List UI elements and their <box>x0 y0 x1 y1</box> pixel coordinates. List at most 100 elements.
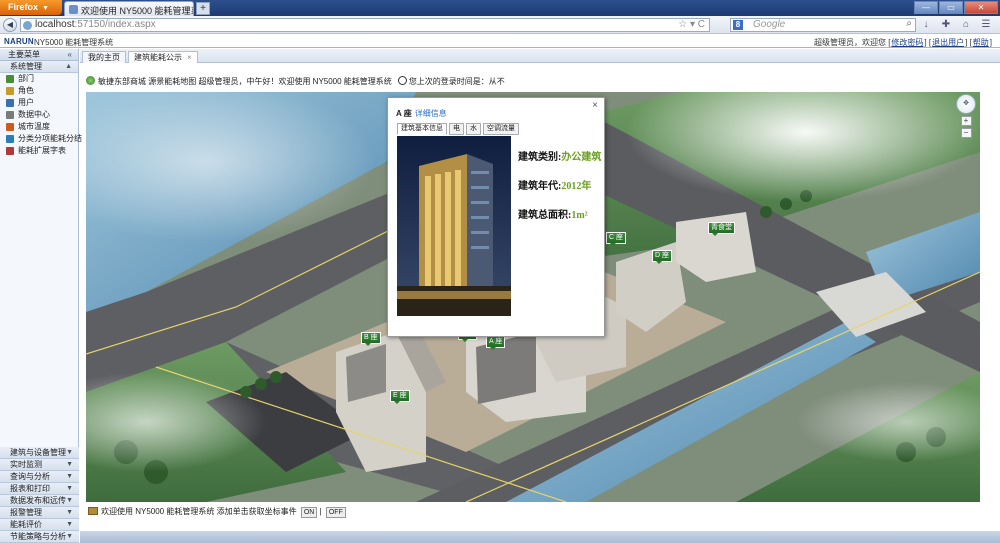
sidebar-section-label: 节能策略与分析 <box>10 532 66 541</box>
building-photo <box>397 136 511 316</box>
sidebar-item-department[interactable]: 部门 <box>0 73 78 85</box>
sidebar-item-label: 数据中心 <box>18 110 50 119</box>
tab-my-home[interactable]: 我的主页 <box>82 51 126 63</box>
building-marker-c[interactable]: C 座 <box>606 232 626 246</box>
sidebar-item-user[interactable]: 用户 <box>0 97 78 109</box>
back-icon[interactable]: ◀ <box>3 18 17 32</box>
field-value: 1m² <box>571 210 588 221</box>
url-bar[interactable]: localhost:57150/index.aspx ☆ ▾ C <box>20 18 710 32</box>
building-marker-label: 青食堂 <box>711 224 732 231</box>
tab-water[interactable]: 水 <box>466 123 481 135</box>
sidebar-section-label: 查询与分析 <box>10 472 50 481</box>
new-tab-button[interactable]: + <box>196 2 210 15</box>
chevron-down-icon: ▼ <box>42 5 49 12</box>
browser-tab-active[interactable]: 欢迎使用 NY5000 能耗管理系统 × <box>64 1 194 16</box>
tab-ac-flow[interactable]: 空调流量 <box>483 123 519 135</box>
sidebar-item-energy-extension[interactable]: 能耗扩展字表 <box>0 145 78 157</box>
building-marker-label: D 座 <box>655 252 669 259</box>
sidebar-section[interactable]: 数据发布和远传 ▼ <box>0 495 79 507</box>
pan-control-icon[interactable]: ✥ <box>956 94 976 114</box>
bottom-message-bar: 欢迎使用 NY5000 能耗管理系统 添加单击获取坐标事件 ON | OFF <box>86 505 980 519</box>
sidebar-section[interactable]: 报警管理 ▼ <box>0 507 79 519</box>
close-icon[interactable]: × <box>592 100 598 111</box>
sidebar-section[interactable]: 查询与分析 ▼ <box>0 471 79 483</box>
close-tab-icon[interactable]: × <box>185 4 190 13</box>
addon-icon[interactable]: ✚ <box>940 19 952 31</box>
sidebar-item-role[interactable]: 角色 <box>0 85 78 97</box>
sidebar: 主要菜单 « 系统管理 ▲ 部门 角色 用户 数据中心 城市温度 分类分项能耗分… <box>0 49 82 543</box>
building-marker-canteen[interactable]: 青食堂 <box>708 222 735 236</box>
building-marker-d[interactable]: D 座 <box>652 250 672 264</box>
temperature-icon <box>6 123 14 131</box>
building-marker-label: E 座 <box>393 392 407 399</box>
extension-table-icon <box>6 147 14 155</box>
field-label: 建筑总面积: <box>518 210 572 221</box>
zoom-in-button[interactable]: + <box>960 116 972 126</box>
firefox-menu-label: Firefox <box>8 2 39 12</box>
minimize-icon[interactable]: — <box>914 1 938 14</box>
tab-label: 建筑能耗公示 <box>134 53 182 62</box>
tab-electricity[interactable]: 电 <box>449 123 464 135</box>
building-marker-e[interactable]: E 座 <box>390 390 410 404</box>
chevron-down-icon: ▼ <box>66 485 73 492</box>
sidebar-section-system[interactable]: 系统管理 ▲ <box>0 61 78 73</box>
building-info-popup: A 座详细信息 × 建筑基本信息 电 水 空调流量 建筑类别:办公建筑 建筑年代… <box>387 97 605 337</box>
chevron-down-icon: ▼ <box>66 473 73 480</box>
building-marker-a[interactable]: A 座 <box>486 336 506 350</box>
on-button[interactable]: ON <box>300 507 318 518</box>
zoom-out-button[interactable]: − <box>960 128 972 138</box>
detail-link[interactable]: 详细信息 <box>415 109 447 118</box>
chevron-up-icon: ▲ <box>65 63 72 70</box>
home-icon[interactable]: ⌂ <box>960 19 972 31</box>
sidebar-section[interactable]: 节能策略与分析 ▼ <box>0 531 79 543</box>
sidebar-section[interactable]: 能耗评价 ▼ <box>0 519 79 531</box>
off-button[interactable]: OFF <box>325 507 346 518</box>
sidebar-section-label: 实时监测 <box>10 460 42 469</box>
help-link[interactable]: 帮助 <box>973 38 989 47</box>
bookmark-star-icon[interactable]: ☆ ▾ C <box>678 19 705 31</box>
google-engine-icon[interactable]: 8 <box>733 20 743 30</box>
user-greeting: 超级管理员，欢迎您 <box>813 38 886 47</box>
logout-link[interactable]: 退出用户 <box>932 38 964 47</box>
app-header: NARUN NY5000 能耗管理系统 超级管理员，欢迎您 [修改密码] [退出… <box>0 35 1000 48</box>
field-label: 建筑类别: <box>518 152 562 163</box>
building-info: 建筑类别:办公建筑 建筑年代:2012年 建筑总面积:1m² <box>518 148 601 235</box>
welcome-line: 敏捷东部商城 源景能耗地图 超级管理员，中午好！欢迎使用 NY5000 能耗管理… <box>86 75 505 89</box>
sidebar-section[interactable]: 建筑与设备管理 ▼ <box>0 447 79 459</box>
close-tab-icon[interactable]: × <box>187 53 192 62</box>
app-logo: NARUN <box>4 37 34 46</box>
sidebar-item-city-temperature[interactable]: 城市温度 <box>0 121 78 133</box>
sidebar-section-label: 能耗评价 <box>10 520 42 529</box>
collapse-sidebar-icon[interactable]: « <box>68 49 72 61</box>
sidebar-section-label: 系统管理 <box>10 62 42 71</box>
bookmarks-icon[interactable]: ☰ <box>980 19 992 31</box>
search-icon[interactable]: ⌕ <box>906 18 912 30</box>
sidebar-section[interactable]: 报表和打印 ▼ <box>0 483 79 495</box>
sidebar-section[interactable]: 实时监测 ▼ <box>0 459 79 471</box>
popup-tabs: 建筑基本信息 电 水 空调流量 <box>397 123 519 135</box>
chevron-down-icon: ▼ <box>66 461 73 468</box>
search-input[interactable]: 8 Google ⌕ <box>730 18 916 32</box>
message-icon <box>88 507 98 515</box>
maximize-icon[interactable]: ▭ <box>939 1 963 14</box>
change-password-link[interactable]: 修改密码 <box>891 38 923 47</box>
building-marker-label: C 座 <box>609 234 623 241</box>
download-icon[interactable]: ↓ <box>920 19 932 31</box>
clock-icon <box>397 76 407 85</box>
sidebar-bottom-sections: 建筑与设备管理 ▼ 实时监测 ▼ 查询与分析 ▼ 报表和打印 ▼ 数据发布和远传 ▼ 报警… <box>0 447 79 543</box>
sidebar-item-label: 角色 <box>18 86 34 95</box>
tab-building-basic-info[interactable]: 建筑基本信息 <box>397 123 447 135</box>
sidebar-section-label: 建筑与设备管理 <box>10 448 66 457</box>
browser-titlebar: Firefox▼ 欢迎使用 NY5000 能耗管理系统 × + — ▭ ✕ <box>0 0 1000 16</box>
tab-building-energy[interactable]: 建筑能耗公示 × <box>128 51 198 63</box>
field-building-year: 建筑年代:2012年 <box>518 177 601 192</box>
firefox-menu-button[interactable]: Firefox ▼ <box>0 0 62 15</box>
content-tabs: 我的主页 建筑能耗公示 × <box>80 49 1000 63</box>
building-marker-label: B 座 <box>364 334 378 341</box>
close-window-icon[interactable]: ✕ <box>964 1 998 14</box>
sidebar-item-data-center[interactable]: 数据中心 <box>0 109 78 121</box>
sidebar-item-energy-classification[interactable]: 分类分项能耗分结 <box>0 133 82 145</box>
building-marker-b[interactable]: B 座 <box>361 332 381 346</box>
user-area: 超级管理员，欢迎您 [修改密码] [退出用户] [帮助] <box>813 38 992 47</box>
url-path: :57150/index.aspx <box>74 19 156 30</box>
